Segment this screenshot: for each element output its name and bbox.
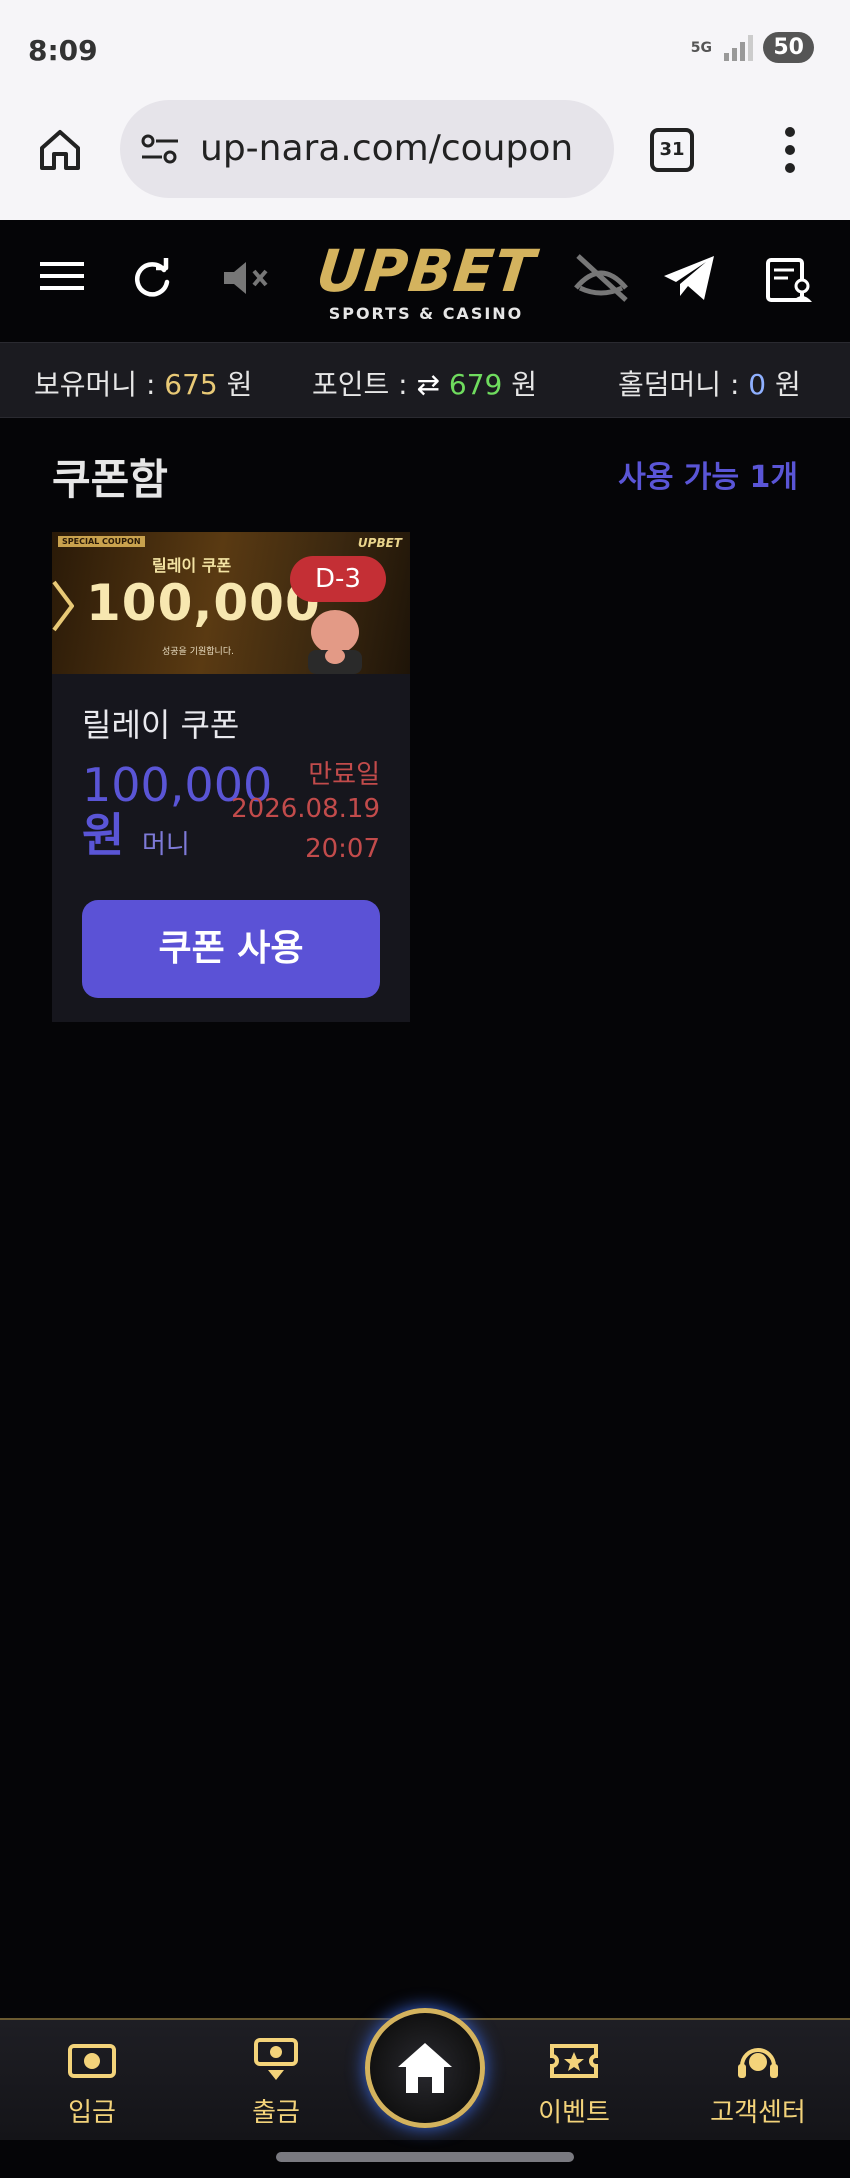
url-text: up-nara.com/coupon: [200, 128, 574, 169]
holding-money-value: 675: [164, 368, 218, 401]
use-coupon-button[interactable]: 쿠폰 사용: [82, 900, 380, 998]
more-options-icon[interactable]: [782, 124, 798, 176]
page: 8:09 5G 50 up-nara.com/coupon 31 UPBET S…: [0, 0, 850, 2178]
nav-withdraw-label: 출금: [252, 2098, 300, 2128]
holding-money: 보유머니 : 675 원: [34, 363, 252, 403]
mute-icon[interactable]: [220, 256, 272, 300]
points-unit: 원: [502, 368, 538, 401]
dday-badge: D-3: [290, 556, 386, 602]
site-settings-icon[interactable]: [140, 132, 180, 166]
banner-arrow-icon: [52, 580, 74, 632]
signal-icon: [724, 34, 754, 61]
refresh-icon[interactable]: [130, 256, 174, 300]
coupon-banner: SPECIAL COUPON UPBET 릴레이 쿠폰 100,000 성공을 …: [52, 532, 410, 674]
coupon-currency: 원: [82, 808, 125, 862]
banner-special-label: SPECIAL COUPON: [58, 536, 145, 547]
telegram-icon[interactable]: [662, 254, 716, 302]
expiry-label: 만료일: [308, 760, 380, 790]
coupon-type: 머니: [142, 830, 190, 860]
banner-tagline: 성공을 기원합니다.: [162, 647, 234, 657]
nav-event[interactable]: 이벤트: [514, 2038, 634, 2129]
balance-bar: 보유머니 : 675 원 포인트 : ⇄ 679 원 홀덤머니 : 0 원: [0, 342, 850, 418]
nav-home-button[interactable]: [365, 2008, 485, 2128]
holding-money-unit: 원: [217, 368, 253, 401]
page-title: 쿠폰함: [52, 455, 168, 504]
nav-deposit[interactable]: 입금: [32, 2038, 152, 2129]
nav-withdraw[interactable]: 출금: [216, 2038, 336, 2129]
logo-subtitle: SPORTS & CASINO: [328, 304, 524, 323]
status-icons: 5G 50: [688, 32, 814, 63]
profile-list-icon[interactable]: [764, 256, 814, 304]
logo-text: UPBET: [313, 237, 539, 305]
browser-home-icon[interactable]: [36, 126, 84, 174]
available-count: 사용 가능 1개: [618, 460, 798, 495]
upbet-logo[interactable]: UPBET SPORTS & CASINO: [286, 237, 566, 323]
points-value: 679: [448, 368, 503, 401]
nav-deposit-label: 입금: [68, 2098, 116, 2128]
points: 포인트 : ⇄ 679 원: [312, 363, 537, 403]
tab-switcher-button[interactable]: 31: [650, 128, 694, 172]
holdem-money-value: 0: [748, 368, 767, 401]
holdem-money: 홀덤머니 : 0 원: [618, 363, 801, 403]
coupon-name: 릴레이 쿠폰: [82, 706, 240, 744]
holding-money-label: 보유머니 :: [34, 368, 165, 401]
deposit-icon: [68, 2044, 116, 2078]
mascot-image: [308, 610, 362, 674]
gesture-bar[interactable]: [276, 2152, 574, 2162]
expiry-date: 2026.08.19: [231, 794, 380, 824]
holdem-money-label: 홀덤머니 :: [618, 368, 749, 401]
nav-event-label: 이벤트: [538, 2098, 610, 2128]
address-bar[interactable]: up-nara.com/coupon: [120, 100, 614, 198]
withdraw-icon: [254, 2038, 298, 2080]
banner-subtitle: 릴레이 쿠폰: [152, 556, 232, 575]
coupon-card: SPECIAL COUPON UPBET 릴레이 쿠폰 100,000 성공을 …: [52, 532, 410, 1022]
expiry-time: 20:07: [305, 834, 380, 864]
support-headset-icon: [738, 2048, 778, 2078]
battery-indicator: 50: [763, 32, 814, 63]
nav-support[interactable]: 고객센터: [698, 2038, 818, 2129]
banner-logo: UPBET: [357, 536, 402, 550]
nav-support-label: 고객센터: [710, 2098, 806, 2128]
event-ticket-icon: [550, 2044, 598, 2078]
points-convert-icon[interactable]: ⇄: [417, 368, 449, 401]
status-time: 8:09: [28, 34, 98, 67]
hide-icon[interactable]: [570, 250, 632, 304]
home-icon: [398, 2043, 452, 2093]
network-5g-icon: 5G: [690, 39, 712, 56]
status-bar: 8:09 5G 50: [0, 0, 850, 100]
browser-toolbar: up-nara.com/coupon 31: [0, 100, 850, 220]
menu-icon[interactable]: [38, 256, 86, 296]
points-label: 포인트 :: [312, 368, 417, 401]
holdem-money-unit: 원: [766, 368, 801, 401]
